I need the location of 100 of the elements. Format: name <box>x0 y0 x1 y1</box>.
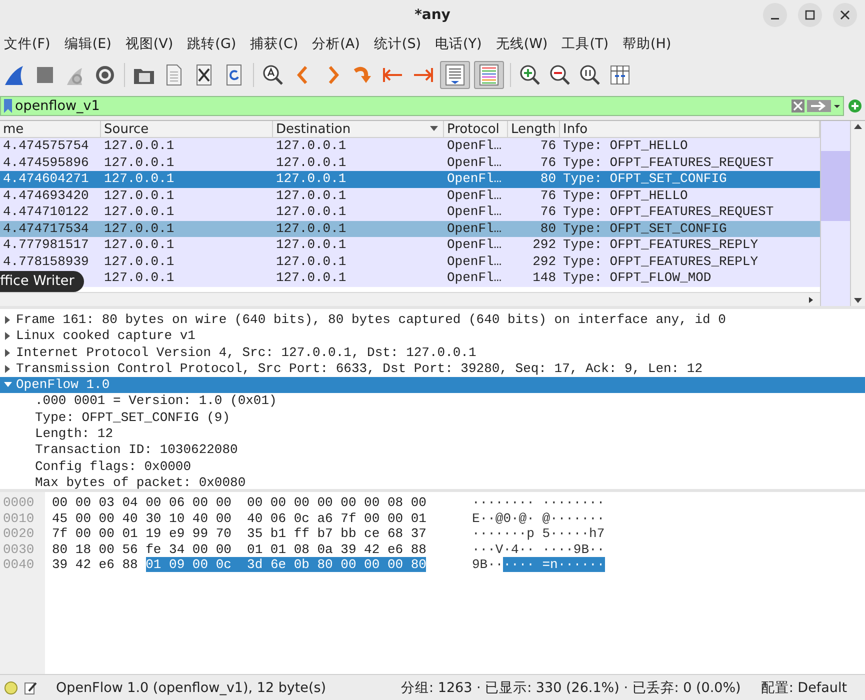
table-cell-text: 127.0.0.1 <box>103 138 176 154</box>
menu-item[interactable]: 统计(S) <box>374 35 422 53</box>
add-filter-icon[interactable] <box>848 99 862 113</box>
table-cell-text: 127.0.0.1 <box>275 188 348 204</box>
menu-item[interactable]: 电话(Y) <box>435 35 482 53</box>
tree-item[interactable]: Frame 161: 80 bytes on wire (640 bits), 80 bytes captured (640 bits) on interface any, id 0 <box>16 312 726 328</box>
profile-label[interactable]: 配置: Default <box>760 678 847 696</box>
menu-item[interactable]: 帮助(H) <box>622 35 672 53</box>
table-cell-text: 292 <box>532 237 557 254</box>
table-cell-text: OpenFl… <box>446 204 503 220</box>
packet-row[interactable]: 4.474710122 127.0.0.1 127.0.0.1 OpenFl… 76 Type: OFPT_FEATURES_REQUEST <box>0 204 820 220</box>
scroll-up-icon[interactable] <box>854 123 862 129</box>
tree-item[interactable]: Type: OFPT_SET_CONFIG (9) <box>35 410 230 426</box>
sort-icon[interactable] <box>430 126 438 132</box>
table-cell-text: 127.0.0.1 <box>275 154 348 171</box>
clear-icon[interactable] <box>791 99 805 113</box>
ascii-bytes: ···V·4·· ····9B·· <box>472 542 605 557</box>
table-cell-text: Type: OFPT_FEATURES_REPLY <box>562 237 760 254</box>
expand-arrow-icon[interactable] <box>5 316 11 324</box>
column-header[interactable]: Destination <box>273 121 444 137</box>
tooltip: ffice Writer <box>0 271 84 292</box>
edit-note-icon[interactable] <box>24 680 38 694</box>
table-cell-text: 80 <box>539 171 557 188</box>
table-cell-text: 127.0.0.1 <box>103 154 176 171</box>
table-cell-text: 127.0.0.1 <box>103 188 176 204</box>
table-cell-text: 127.0.0.1 <box>103 220 176 237</box>
bookmark-icon[interactable] <box>3 98 13 114</box>
tree-item[interactable]: Internet Protocol Version 4, Src: 127.0.0.1, Dst: 127.0.0.1 <box>16 344 476 361</box>
byte-offset: 0030 <box>2 542 36 557</box>
table-cell-text: OpenFl… <box>446 220 503 237</box>
hex-bytes: 80 18 00 56 fe 34 00 00 01 01 08 0a 39 42 e6 88 <box>52 542 428 557</box>
table-cell-text: OpenFl… <box>446 254 503 270</box>
menu-item[interactable]: 无线(W) <box>496 35 548 53</box>
table-cell-text: 80 <box>539 220 557 237</box>
resize-columns-icon <box>608 63 632 87</box>
column-header[interactable]: me <box>0 121 101 137</box>
tree-item[interactable]: Transaction ID: 1030622080 <box>35 442 238 459</box>
menu-item[interactable]: 跳转(G) <box>187 35 236 53</box>
tree-item[interactable]: OpenFlow 1.0 <box>16 377 110 394</box>
tree-item[interactable]: .000 0001 = Version: 1.0 (0x01) <box>35 393 277 410</box>
table-cell-text: 76 <box>539 188 557 204</box>
hex-bytes: 45 00 00 40 30 10 40 00 40 06 0c a6 7f 00 00 01 <box>52 510 428 526</box>
table-cell-text: 4.777981517 <box>2 237 90 254</box>
table-cell-text: 127.0.0.1 <box>275 138 348 154</box>
table-cell-text: 127.0.0.1 <box>275 237 348 254</box>
table-cell-text: 127.0.0.1 <box>275 171 348 188</box>
packet-row[interactable]: 4.474693420 127.0.0.1 127.0.0.1 OpenFl… 76 Type: OFPT_HELLO <box>0 188 820 204</box>
hex-bytes: 00 00 03 04 00 06 00 00 00 00 00 00 00 00 08 00 <box>52 495 428 510</box>
hex-bytes: 7f 00 00 01 19 e9 99 70 35 b1 ff b7 bb ce 68 37 <box>52 526 428 542</box>
expand-arrow-icon[interactable] <box>5 365 11 374</box>
packet-row[interactable]: 4.474717534 127.0.0.1 127.0.0.1 OpenFl… 80 Type: OFPT_SET_CONFIG <box>0 220 820 237</box>
packet-row[interactable]: 4.778158939 127.0.0.1 127.0.0.1 OpenFl… 292 Type: OFPT_FEATURES_REPLY <box>0 254 820 270</box>
column-header[interactable]: Length <box>508 121 560 137</box>
table-cell-text: Type: OFPT_FEATURES_REPLY <box>562 254 760 270</box>
column-header[interactable]: Protocol <box>444 121 508 137</box>
packet-row[interactable]: 4.474604271 127.0.0.1 127.0.0.1 OpenFl… 80 Type: OFPT_SET_CONFIG <box>0 171 820 188</box>
tree-item[interactable]: Length: 12 <box>35 426 114 442</box>
menu-item[interactable]: 分析(A) <box>312 35 360 53</box>
packet-row[interactable]: 4.777981517 127.0.0.1 127.0.0.1 OpenFl… 292 Type: OFPT_FEATURES_REPLY <box>0 237 820 254</box>
table-cell-text: 76 <box>539 154 557 171</box>
ascii-bytes: E··@0·@· @······· <box>472 510 605 526</box>
table-cell-text: Type: OFPT_HELLO <box>562 188 689 204</box>
menu-item[interactable]: 工具(T) <box>562 35 608 53</box>
close-button[interactable] <box>833 3 857 27</box>
scroll-down-icon[interactable] <box>854 298 862 304</box>
table-cell-text: OpenFl… <box>446 237 503 254</box>
table-cell-text: 127.0.0.1 <box>103 204 176 220</box>
table-cell-text: 148 <box>532 270 557 286</box>
column-header[interactable]: Source <box>101 121 273 137</box>
table-cell-text: 127.0.0.1 <box>103 237 176 254</box>
status-led-icon <box>4 680 18 694</box>
colorize-icon <box>477 63 501 87</box>
display-filter-field[interactable]: openflow_v1 <box>0 96 844 116</box>
minimize-icon <box>771 18 779 20</box>
tree-item[interactable]: Config flags: 0x0000 <box>35 458 192 475</box>
table-cell-text: OpenFl… <box>446 270 503 286</box>
collapse-arrow-icon[interactable] <box>4 382 12 388</box>
packet-counts: 分组: 1263 · 已显示: 330 (26.1%) · 已丢弃: 0 (0.0%) <box>401 678 741 696</box>
table-cell-text: Type: OFPT_FLOW_MOD <box>562 270 712 286</box>
expand-arrow-icon[interactable] <box>5 332 11 340</box>
table-cell-text: Type: OFPT_HELLO <box>562 138 689 154</box>
tree-item[interactable]: Max bytes of packet: 0x0080 <box>35 474 246 492</box>
table-cell-text: 127.0.0.1 <box>103 171 176 188</box>
menu-item[interactable]: 文件(F) <box>4 35 50 53</box>
minimize-button[interactable] <box>763 3 787 27</box>
menu-item[interactable]: 编辑(E) <box>64 35 112 53</box>
packet-row[interactable]: 4.474595896 127.0.0.1 127.0.0.1 OpenFl… 76 Type: OFPT_FEATURES_REQUEST <box>0 154 820 171</box>
expand-arrow-icon[interactable] <box>5 348 11 357</box>
tree-item[interactable]: Transmission Control Protocol, Src Port: 6633, Dst Port: 39280, Seq: 17, Ack: 9, Len: 12 <box>16 360 703 378</box>
tree-item[interactable]: Linux cooked capture v1 <box>16 328 196 345</box>
maximize-button[interactable] <box>798 3 822 27</box>
table-cell-text: Type: OFPT_SET_CONFIG <box>562 171 728 188</box>
table-cell-text: Type: OFPT_FEATURES_REQUEST <box>562 204 775 220</box>
toolbar-button[interactable] <box>440 61 470 89</box>
ascii-bytes: ········ ········ <box>472 495 605 510</box>
menu-item[interactable]: 视图(V) <box>125 35 174 53</box>
find-icon <box>261 63 285 87</box>
packet-row[interactable]: 4.474575754 127.0.0.1 127.0.0.1 OpenFl… 76 Type: OFPT_HELLO <box>0 138 820 154</box>
menu-item[interactable]: 捕获(C) <box>250 35 298 53</box>
zoom-reset-icon <box>578 63 602 87</box>
